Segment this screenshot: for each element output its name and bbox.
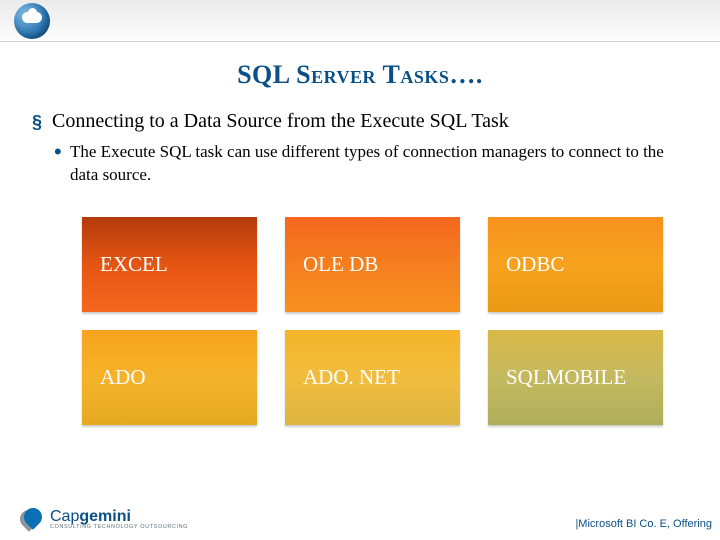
title-text: SQL Server Tasks…. (237, 60, 483, 89)
tile-odbc: ODBC (488, 217, 663, 312)
logo: Capgemini CONSULTING TECHNOLOGY OUTSOURC… (18, 506, 188, 532)
bullet-level-2: • The Execute SQL task can use different… (32, 141, 698, 187)
bullet-dot-icon: • (54, 141, 62, 163)
bullet1-text: Connecting to a Data Source from the Exe… (52, 110, 509, 132)
tile-excel: EXCEL (82, 217, 257, 312)
tile-adonet: ADO. NET (285, 330, 460, 425)
tile-oledb: OLE DB (285, 217, 460, 312)
logo-pre: Cap (50, 508, 79, 525)
spade-icon (18, 506, 44, 532)
footer: Capgemini CONSULTING TECHNOLOGY OUTSOURC… (0, 506, 720, 532)
bullet2-text: The Execute SQL task can use different t… (70, 142, 664, 184)
bullet-level-1: § Connecting to a Data Source from the E… (32, 108, 698, 135)
logo-text-block: Capgemini CONSULTING TECHNOLOGY OUTSOURC… (50, 508, 188, 530)
tile-label: EXCEL (100, 252, 168, 277)
logo-tagline: CONSULTING TECHNOLOGY OUTSOURCING (50, 524, 188, 530)
tile-label: ADO. NET (303, 365, 400, 390)
tile-label: OLE DB (303, 252, 378, 277)
tile-ado: ADO (82, 330, 257, 425)
content-area: § Connecting to a Data Source from the E… (0, 90, 720, 425)
tile-label: SQLMOBILE (506, 365, 626, 390)
logo-post: gemini (79, 508, 131, 525)
connection-tiles-grid: EXCEL OLE DB ODBC ADO ADO. NET SQLMOBILE (82, 217, 698, 425)
tile-sqlmobile: SQLMOBILE (488, 330, 663, 425)
tile-label: ADO (100, 365, 146, 390)
bullet-marker-icon: § (32, 110, 42, 134)
page-title: SQL Server Tasks…. (0, 60, 720, 90)
top-bar (0, 0, 720, 42)
tile-label: ODBC (506, 252, 564, 277)
cloud-icon (14, 3, 50, 39)
footer-right: |Microsoft BI Co. E, Offering (575, 518, 712, 532)
